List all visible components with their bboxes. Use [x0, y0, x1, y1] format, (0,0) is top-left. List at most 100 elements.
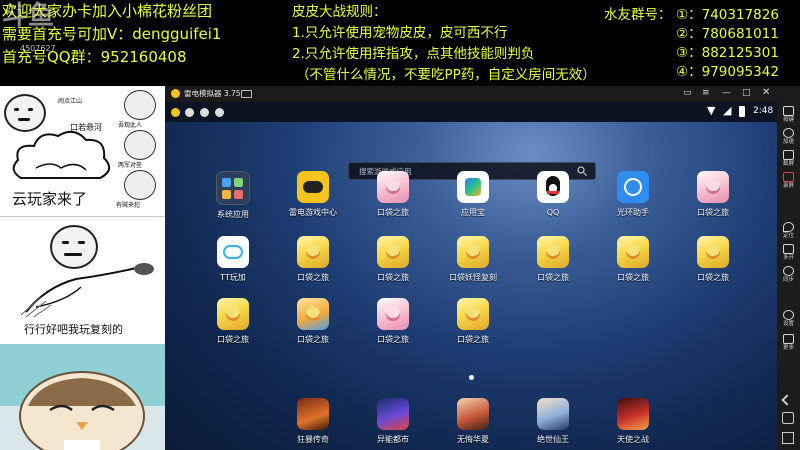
sidebar-screenshot[interactable]: 截屏: [777, 150, 800, 168]
app-pocket-trip[interactable]: 口袋之旅: [683, 236, 743, 283]
sidebar-label: 设置: [782, 321, 794, 327]
emulator-window: 雷电模拟器 3.75 ▭ ≡ — □ ✕ ▼ ◢ 2:48 搜索游戏或应用: [165, 86, 800, 450]
app-pocket-trip[interactable]: 口袋之旅: [283, 236, 343, 283]
sidebar-label: 截屏: [782, 161, 794, 167]
notify-icon: [185, 108, 194, 117]
pokemon-app-icon: [617, 236, 649, 268]
qq-penguin-icon: [537, 171, 569, 203]
close-icon[interactable]: ✕: [762, 87, 770, 98]
pokemon-app-icon: [457, 236, 489, 268]
app-label: 口袋之旅: [697, 273, 729, 282]
rule-3: （不管什么情况，不要吃PP药，自定义房间无效）: [296, 67, 596, 83]
game-icon: [617, 398, 649, 430]
app-pocket-trip[interactable]: 口袋之旅: [363, 298, 423, 345]
app-system-apps[interactable]: 系统应用: [203, 171, 263, 220]
sidebar-label: 加速: [782, 139, 794, 145]
welcome-text: 欢迎大家办卡加入小棉花粉丝团: [2, 2, 213, 20]
meme-label: 闹点江山: [58, 98, 83, 105]
meme-label: 口若悬河: [70, 123, 102, 132]
menu-icon[interactable]: ≡: [702, 88, 710, 98]
sidebar-label: 录屏: [782, 183, 794, 189]
keyboard-icon: [783, 106, 794, 116]
speed-icon: [783, 128, 794, 138]
rule-1: 1.只允许使用宠物皮皮，皮可西不行: [292, 25, 508, 41]
pokemon-app-icon: [537, 236, 569, 268]
tt-app-icon: [217, 236, 249, 268]
notify-icon: [215, 108, 224, 117]
location-pin-icon: [783, 222, 794, 232]
app-jueshi[interactable]: 绝世仙王: [523, 398, 583, 445]
app-yingyongbao[interactable]: 应用宝: [443, 171, 503, 218]
group-3: ③：882125301: [676, 45, 779, 61]
pokemon-app-icon: [457, 298, 489, 330]
sidebar-record[interactable]: 录屏: [777, 172, 800, 190]
app-pocket-trip[interactable]: 口袋之旅: [443, 298, 503, 345]
app-pokemon-remake[interactable]: 口袋妖怪复刻: [443, 236, 503, 283]
more-icon: [783, 334, 794, 344]
gamepad-icon[interactable]: [241, 90, 252, 98]
app-label: 口袋之旅: [377, 273, 409, 282]
app-label: 口袋之旅: [457, 335, 489, 344]
app-leidian-center[interactable]: 雷电游戏中心: [283, 171, 343, 218]
maximize-icon[interactable]: □: [742, 88, 751, 98]
app-label: 狂暴传奇: [297, 435, 329, 444]
game-icon: [537, 398, 569, 430]
back-icon[interactable]: [781, 394, 793, 406]
app-label: 雷电游戏中心: [289, 208, 337, 217]
rules-title: 皮皮大战规则：: [292, 4, 387, 20]
game-icon: [377, 398, 409, 430]
app-pocket-trip[interactable]: 口袋之旅: [523, 236, 583, 283]
app-yineng[interactable]: 异能都市: [363, 398, 423, 445]
app-pocket-trip[interactable]: 口袋之旅: [363, 236, 423, 283]
app-pocket-trip[interactable]: 口袋之旅: [283, 298, 343, 345]
sync-icon: [783, 266, 794, 276]
sidebar-multi[interactable]: 多开: [777, 244, 800, 262]
sidebar-sync[interactable]: 同步: [777, 266, 800, 284]
page-indicator-dot[interactable]: [469, 375, 474, 380]
minimize-icon[interactable]: —: [722, 88, 731, 98]
leidian-notify-icon: [171, 108, 180, 117]
record-icon: [783, 172, 794, 182]
app-label: 口袋之旅: [537, 273, 569, 282]
home-icon[interactable]: [782, 412, 794, 424]
sidebar-speed[interactable]: 加速: [777, 128, 800, 146]
group-1: ①：740317826: [676, 7, 779, 23]
sidebar-settings[interactable]: 设置: [777, 310, 800, 328]
pokemon-app-icon: [697, 236, 729, 268]
sidebar-label: 多开: [782, 255, 794, 261]
app-pocket-trip[interactable]: 口袋之旅: [203, 298, 263, 345]
game-icon: [457, 398, 489, 430]
app-label: 无悔华夏: [457, 435, 489, 444]
panda-face-small: [124, 130, 156, 160]
app-label: 系统应用: [217, 210, 249, 219]
meme-label: 两军对垒: [118, 162, 143, 169]
multi-window-icon: [783, 244, 794, 254]
sidebar-more[interactable]: 更多: [777, 334, 800, 352]
app-pocket-trip[interactable]: 口袋之旅: [603, 236, 663, 283]
meme-label: 吾观此人: [118, 122, 143, 129]
sidebar-label: 定位: [782, 233, 794, 239]
app-pocket-trip[interactable]: 口袋之旅: [363, 171, 423, 218]
meme-caption-top: 云玩家来了: [12, 190, 88, 208]
app-tt-wanjia[interactable]: TT玩加: [203, 236, 263, 283]
gear-icon: [783, 310, 794, 320]
app-guanghuan[interactable]: 光环助手: [603, 171, 663, 218]
sidebar-location[interactable]: 定位: [777, 222, 800, 240]
sidebar-label: 同步: [782, 277, 794, 283]
meme-column: 闹点江山 口若悬河 云玩家来了 吾观此人 两军对垒 有贼来犯 行行好吧我玩复刻的: [0, 86, 165, 450]
app-label: 口袋之旅: [697, 208, 729, 217]
sidebar-keymap[interactable]: 按键: [777, 106, 800, 124]
app-label: TT玩加: [220, 273, 246, 282]
battery-icon: [739, 106, 745, 117]
app-pocket-trip[interactable]: 口袋之旅: [683, 171, 743, 218]
app-kuangbao[interactable]: 狂暴传奇: [283, 398, 343, 445]
app-wuhui[interactable]: 无悔华夏: [443, 398, 503, 445]
group-4: ④：979095342: [676, 64, 779, 80]
meme-label: 有贼来犯: [116, 202, 141, 209]
app-qq[interactable]: QQ: [523, 171, 583, 218]
app-label: 口袋妖怪复刻: [449, 273, 497, 282]
gamepad-icon: [297, 171, 329, 203]
screen-icon[interactable]: ▭: [683, 88, 692, 98]
app-tianshi[interactable]: 天使之战: [603, 398, 663, 445]
recent-apps-icon[interactable]: [782, 432, 794, 444]
